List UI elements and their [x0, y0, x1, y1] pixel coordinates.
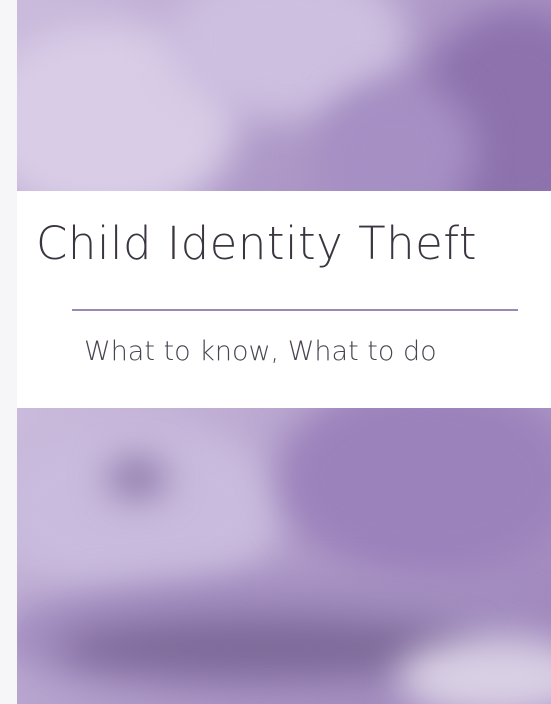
cover-photo-bottom: [17, 408, 551, 704]
cover-photo-top: [17, 0, 551, 191]
page-margin: [0, 0, 17, 704]
cover-subtitle: What to know, What to do: [84, 336, 437, 367]
cover-page: Child Identity Theft What to know, What …: [0, 0, 551, 704]
cover-title: Child Identity Theft: [36, 217, 477, 270]
title-divider: [72, 309, 518, 311]
